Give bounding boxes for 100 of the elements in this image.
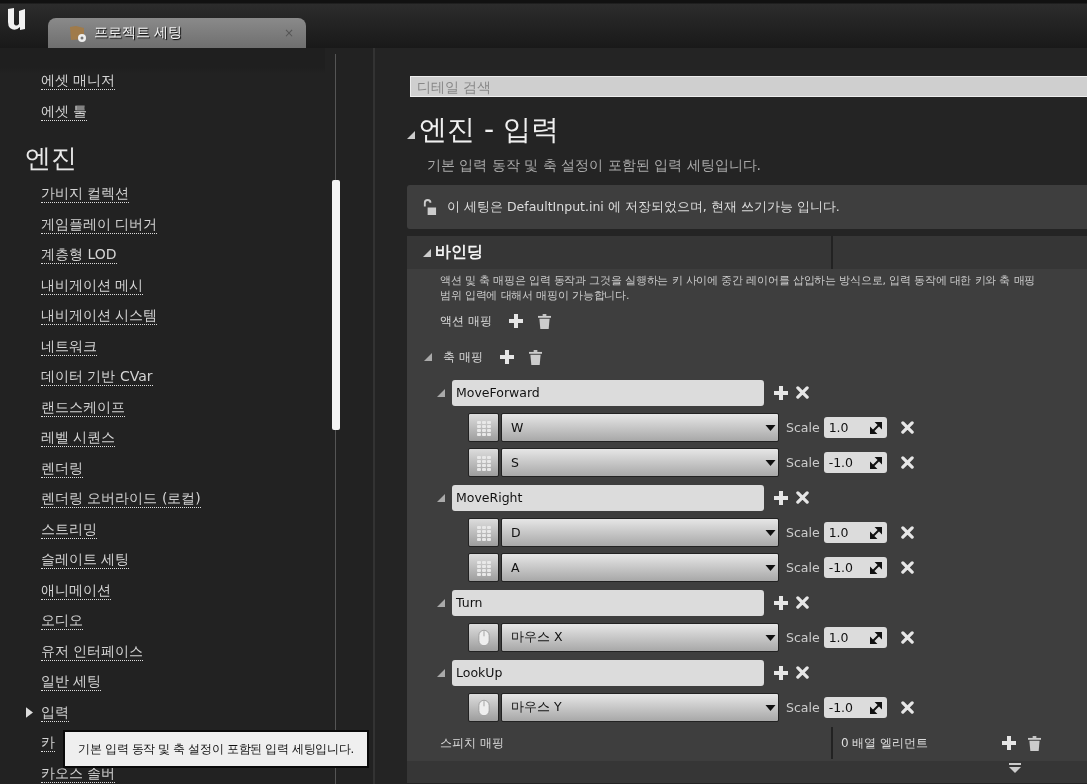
array-count: 0 배열 엘리먼트 xyxy=(841,734,929,752)
key-selector-button[interactable] xyxy=(468,518,499,547)
sidebar-item[interactable]: 에셋 매니저 xyxy=(41,72,116,91)
remove-icon[interactable] xyxy=(796,666,809,679)
sidebar-item[interactable]: 내비게이션 메시 xyxy=(41,276,144,295)
collapse-triangle-icon[interactable] xyxy=(423,248,431,257)
trash-icon[interactable] xyxy=(1028,735,1042,751)
add-icon[interactable] xyxy=(1002,736,1017,750)
scale-field[interactable]: 1.0 xyxy=(823,522,887,543)
trash-icon[interactable] xyxy=(528,349,542,365)
key-selector-button[interactable] xyxy=(468,553,499,582)
sidebar-item[interactable]: 일반 세팅 xyxy=(41,673,102,692)
add-icon[interactable] xyxy=(508,314,523,328)
spin-icon xyxy=(869,701,882,714)
collapse-triangle-icon[interactable] xyxy=(437,493,445,502)
collapse-triangle-icon[interactable] xyxy=(437,598,445,607)
category-heading: 엔진 xyxy=(25,142,78,173)
scale-field[interactable]: 1.0 xyxy=(823,417,887,438)
sidebar-item[interactable]: 입력 xyxy=(41,703,69,722)
scale-label: Scale xyxy=(786,525,820,540)
axis-name-field[interactable]: MoveRight xyxy=(452,484,764,511)
add-icon[interactable] xyxy=(774,595,788,610)
key-selector-button[interactable] xyxy=(468,448,499,477)
caret-icon xyxy=(765,529,776,536)
key-dropdown[interactable]: 마우스 X xyxy=(501,623,779,652)
sidebar-item[interactable]: 데이터 기반 CVar xyxy=(41,368,153,387)
remove-icon[interactable] xyxy=(900,421,914,434)
sidebar-item[interactable]: 렌더링 xyxy=(41,459,83,478)
scale-field[interactable]: -1.0 xyxy=(823,452,887,473)
key-dropdown[interactable]: 마우스 Y xyxy=(501,693,779,722)
key-selector-button[interactable] xyxy=(468,693,499,722)
folder-gear-icon xyxy=(68,23,88,43)
remove-icon[interactable] xyxy=(796,491,809,504)
add-icon[interactable] xyxy=(774,490,788,505)
sidebar-item[interactable]: 게임플레이 디버거 xyxy=(41,215,158,234)
spin-icon xyxy=(869,421,882,434)
axis-name-field[interactable]: MoveForward xyxy=(452,379,764,406)
sidebar-item[interactable]: 레벨 시퀀스 xyxy=(41,429,116,448)
collapse-triangle-icon[interactable] xyxy=(424,353,432,361)
sidebar-item[interactable]: 유저 인터페이스 xyxy=(41,642,144,661)
key-selector-button[interactable] xyxy=(468,623,499,652)
remove-icon[interactable] xyxy=(900,561,914,574)
add-icon[interactable] xyxy=(774,665,788,680)
trash-icon[interactable] xyxy=(537,313,551,329)
keyboard-icon xyxy=(474,418,493,437)
scrollbar-thumb[interactable] xyxy=(332,180,340,430)
scale-field[interactable]: 1.0 xyxy=(823,627,887,648)
scale-label: Scale xyxy=(786,420,820,435)
sidebar-item[interactable]: 스트리밍 xyxy=(41,520,97,539)
key-dropdown[interactable]: W xyxy=(501,413,779,442)
sidebar-item[interactable]: 카오스 솔버 xyxy=(41,764,116,783)
sidebar-item[interactable]: 애니메이션 xyxy=(41,581,111,600)
scale-field[interactable]: -1.0 xyxy=(823,557,887,578)
key-selector-button[interactable] xyxy=(468,413,499,442)
sidebar-item[interactable]: 네트워크 xyxy=(41,337,97,356)
remove-icon[interactable] xyxy=(900,701,914,714)
add-icon[interactable] xyxy=(499,350,514,364)
keyboard-icon xyxy=(474,453,493,472)
collapse-triangle-icon[interactable] xyxy=(407,131,415,139)
spin-icon xyxy=(869,561,882,574)
remove-icon[interactable] xyxy=(900,456,914,469)
axis-name-field[interactable]: LookUp xyxy=(452,659,764,686)
collapse-triangle-icon[interactable] xyxy=(437,388,445,397)
key-dropdown[interactable]: D xyxy=(501,518,779,547)
scale-field[interactable]: -1.0 xyxy=(823,697,887,718)
mapping-label: 축 매핑 xyxy=(443,348,483,366)
collapse-triangle-icon[interactable] xyxy=(437,668,445,677)
key-dropdown[interactable]: S xyxy=(501,448,779,477)
mapping-label: 액션 매핑 xyxy=(440,312,492,330)
expand-down-icon[interactable] xyxy=(1009,763,1021,773)
remove-icon[interactable] xyxy=(796,386,809,399)
expand-arrow-icon[interactable] xyxy=(26,707,33,719)
remove-icon[interactable] xyxy=(900,631,914,644)
caret-icon xyxy=(765,564,776,571)
sidebar-item[interactable]: 랜드스케이프 xyxy=(41,398,125,417)
sidebar-item[interactable]: 계층형 LOD xyxy=(41,246,117,265)
section-header[interactable]: 바인딩 xyxy=(407,236,1087,269)
sidebar-item[interactable]: 에셋 툴 xyxy=(41,102,88,121)
caret-icon xyxy=(765,424,776,431)
scale-label: Scale xyxy=(786,455,820,470)
key-dropdown[interactable]: A xyxy=(501,553,779,582)
sidebar-item[interactable]: 슬레이트 세팅 xyxy=(41,551,130,570)
sidebar-item[interactable]: 렌더링 오버라이드 (로컬) xyxy=(41,490,201,509)
axis-name-field[interactable]: Turn xyxy=(452,589,764,616)
search-field[interactable]: 디테일 검색 xyxy=(410,76,1087,97)
mouse-icon xyxy=(477,628,490,647)
section-description: 범위 입력에 대해서 매핑이 가능합니다. xyxy=(439,288,631,303)
keyboard-icon xyxy=(474,558,493,577)
add-icon[interactable] xyxy=(774,385,788,400)
remove-icon[interactable] xyxy=(796,596,809,609)
caret-icon xyxy=(765,459,776,466)
page-description: 기본 입력 동작 및 축 설정이 포함된 입력 세팅입니다. xyxy=(427,157,763,175)
sidebar-item[interactable]: 가비지 컬렉션 xyxy=(41,185,130,204)
page-title: 엔진 - 입력 xyxy=(419,112,559,148)
scale-label: Scale xyxy=(786,700,820,715)
sidebar-item[interactable]: 내비게이션 시스템 xyxy=(41,307,158,326)
sidebar-item[interactable]: 오디오 xyxy=(41,612,83,631)
project-settings-tab[interactable]: 프로젝트 세팅 × xyxy=(48,18,306,48)
sidebar-item[interactable]: 카 xyxy=(41,734,55,753)
remove-icon[interactable] xyxy=(900,526,914,539)
